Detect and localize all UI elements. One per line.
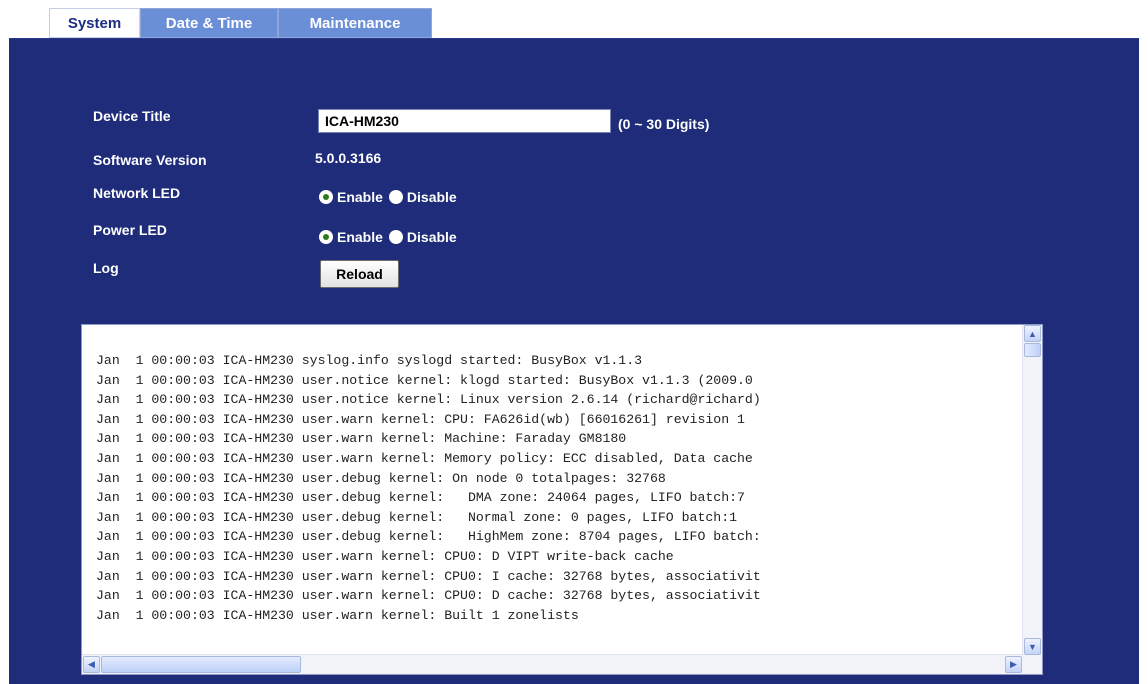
horizontal-scroll-thumb[interactable] [101,656,301,673]
network-led-disable-radio[interactable] [388,190,403,204]
tab-bar: System Date & Time Maintenance [49,8,432,38]
network-led-enable-label: Enable [337,189,383,205]
power-led-disable-radio[interactable] [388,230,403,244]
network-led-enable-option[interactable]: Enable [319,189,383,205]
log-line: Jan 1 00:00:03 ICA-HM230 user.warn kerne… [96,450,753,466]
device-title-input[interactable] [318,109,611,133]
reload-button[interactable]: Reload [320,260,399,288]
log-label: Log [93,260,119,276]
power-led-disable-option[interactable]: Disable [388,229,457,245]
horizontal-scrollbar[interactable]: ◀ ▶ [82,654,1023,674]
tab-date-time[interactable]: Date & Time [140,8,278,38]
tab-maintenance[interactable]: Maintenance [278,8,432,38]
network-led-label: Network LED [93,185,181,201]
power-led-enable-label: Enable [337,229,383,245]
log-line: Jan 1 00:00:03 ICA-HM230 user.notice ker… [96,392,761,408]
network-led-enable-radio[interactable] [319,190,333,204]
log-line: Jan 1 00:00:03 ICA-HM230 syslog.info sys… [96,353,643,368]
vertical-scrollbar[interactable]: ▲ ▼ [1022,325,1042,655]
device-title-hint: (0 ~ 30 Digits) [618,116,710,132]
log-line: Jan 1 00:00:03 ICA-HM230 user.warn kerne… [96,548,674,564]
chevron-down-icon[interactable]: ▼ [1024,638,1041,655]
log-line: Jan 1 00:00:03 ICA-HM230 user.warn kerne… [96,588,761,604]
power-led-enable-radio[interactable] [319,230,333,244]
chevron-right-icon[interactable]: ▶ [1005,656,1022,673]
chevron-left-icon[interactable]: ◀ [83,656,100,673]
log-line: Jan 1 00:00:03 ICA-HM230 user.warn kerne… [96,568,761,584]
log-line: Jan 1 00:00:03 ICA-HM230 user.notice ker… [96,372,753,388]
system-settings-panel: Device Title (0 ~ 30 Digits) Software Ve… [9,38,1139,684]
log-lines: Jan 1 00:00:03 ICA-HM230 syslog.info sys… [96,351,1020,652]
software-version-label: Software Version [93,152,207,168]
network-led-disable-option[interactable]: Disable [388,189,457,205]
log-line: Jan 1 00:00:03 ICA-HM230 user.warn kerne… [96,411,745,427]
chevron-up-icon[interactable]: ▲ [1024,325,1041,342]
log-line: Jan 1 00:00:03 ICA-HM230 user.debug kern… [96,529,761,545]
power-led-options: Enable Disable [319,229,463,245]
log-line: Jan 1 00:00:03 ICA-HM230 user.warn kerne… [96,607,579,623]
scrollbar-corner [1023,655,1042,674]
software-version-value: 5.0.0.3166 [315,150,382,166]
power-led-disable-label: Disable [406,229,457,245]
log-viewer[interactable]: Jan 1 00:00:03 ICA-HM230 syslog.info sys… [81,324,1043,675]
power-led-label: Power LED [93,222,167,238]
log-line: Jan 1 00:00:03 ICA-HM230 user.debug kern… [96,490,745,506]
network-led-options: Enable Disable [319,189,463,205]
log-line: Jan 1 00:00:03 ICA-HM230 user.warn kerne… [96,431,627,447]
vertical-scroll-thumb[interactable] [1024,343,1041,357]
power-led-enable-option[interactable]: Enable [319,229,383,245]
network-led-disable-label: Disable [406,189,457,205]
device-title-label: Device Title [93,108,171,124]
log-line: Jan 1 00:00:03 ICA-HM230 user.debug kern… [96,509,738,525]
log-line: Jan 1 00:00:03 ICA-HM230 user.debug kern… [96,470,666,486]
tab-system[interactable]: System [49,8,140,38]
